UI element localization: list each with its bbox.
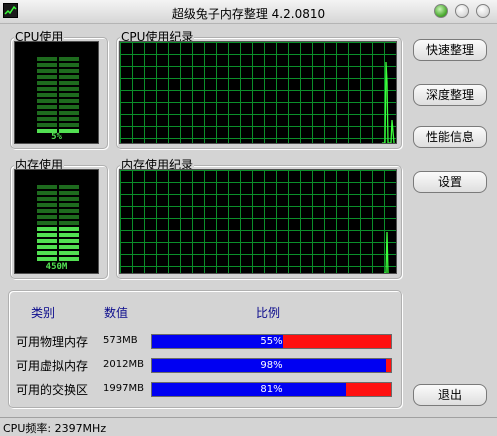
physical-memory-percent: 55% [260, 336, 283, 347]
quick-clean-button[interactable]: 快速整理 [413, 39, 487, 61]
cpu-meter-segment [59, 105, 79, 109]
cpu-meter-segment [59, 93, 79, 97]
memory-meter-segment [59, 227, 79, 231]
memory-history-graph [119, 169, 397, 274]
exit-button[interactable]: 退出 [413, 384, 487, 406]
cpu-meter-segment [59, 99, 79, 103]
cpu-history-graph [119, 41, 397, 144]
memory-meter-segment [59, 197, 79, 201]
memory-meter-segment [37, 233, 57, 237]
memory-meter-segment [59, 239, 79, 243]
memory-meter-segment [59, 209, 79, 213]
row-value-swap: 1997MB [103, 383, 144, 394]
memory-meter-segment [37, 239, 57, 243]
window-title: 超级兔子内存整理 4.2.0810 [171, 7, 326, 21]
cpu-meter-segment [37, 105, 57, 109]
cpu-meter-segment [37, 63, 57, 67]
memory-meter-segment [37, 257, 57, 261]
close-button[interactable] [476, 4, 490, 18]
memory-meter-segment [59, 245, 79, 249]
cpu-meter-segment [37, 117, 57, 121]
memory-meter-segment [59, 203, 79, 207]
swap-percent: 81% [260, 384, 283, 395]
memory-meter-segment [59, 257, 79, 261]
memory-meter-segment [37, 227, 57, 231]
cpu-meter-segment [37, 93, 57, 97]
memory-meter-segment [37, 197, 57, 201]
header-category: 类别 [31, 306, 56, 320]
memory-meter-value: 450M [45, 262, 68, 272]
cpu-meter-segment [59, 87, 79, 91]
title-bar: 超级兔子内存整理 4.2.0810 [0, 0, 497, 24]
memory-meter-segment [59, 233, 79, 237]
cpu-meter-segment [37, 81, 57, 85]
cpu-history-trace [382, 61, 395, 143]
virtual-memory-percent: 98% [260, 360, 283, 371]
cpu-meter-segment [37, 75, 57, 79]
minimize-button[interactable] [434, 4, 448, 18]
swap-bar: 81% [151, 382, 392, 397]
memory-meter-segment [37, 251, 57, 255]
cpu-meter: 5% [14, 41, 99, 144]
memory-meter-segment [59, 191, 79, 195]
cpu-meter-segment [59, 123, 79, 127]
row-value-physical: 573MB [103, 335, 138, 346]
cpu-meter-segment [37, 87, 57, 91]
cpu-meter-segment [37, 99, 57, 103]
cpu-meter-segment [37, 69, 57, 73]
memory-meter-segment [37, 191, 57, 195]
cpu-meter-segment [59, 63, 79, 67]
memory-meter-segment [59, 215, 79, 219]
row-label-virtual: 可用虚拟内存 [16, 359, 89, 373]
settings-button[interactable]: 设置 [413, 171, 487, 193]
memory-meter: 450M [14, 169, 99, 274]
deep-clean-button[interactable]: 深度整理 [413, 84, 487, 106]
memory-meter-segment [37, 209, 57, 213]
maximize-button[interactable] [455, 4, 469, 18]
memory-meter-segment [37, 203, 57, 207]
cpu-meter-segment [37, 111, 57, 115]
memory-meter-segment [37, 215, 57, 219]
cpu-meter-segment [59, 117, 79, 121]
cpu-meter-segment [59, 111, 79, 115]
cpu-meter-segment [59, 81, 79, 85]
header-ratio: 比例 [256, 306, 281, 320]
row-label-swap: 可用的交换区 [16, 383, 89, 397]
cpu-meter-segment [37, 57, 57, 61]
memory-meter-segment [59, 221, 79, 225]
memory-history-trace [384, 231, 389, 273]
cpu-meter-segment [37, 123, 57, 127]
memory-meter-segment [37, 245, 57, 249]
header-value: 数值 [104, 306, 129, 320]
row-value-virtual: 2012MB [103, 359, 144, 370]
memory-meter-segment [59, 251, 79, 255]
performance-info-button[interactable]: 性能信息 [413, 126, 487, 148]
row-label-physical: 可用物理内存 [16, 335, 89, 349]
cpu-meter-segment [59, 69, 79, 73]
cpu-meter-value: 5% [51, 132, 62, 142]
cpu-meter-segment [59, 57, 79, 61]
cpu-meter-segment [59, 75, 79, 79]
memory-meter-segment [37, 221, 57, 225]
memory-meter-segment [37, 185, 57, 189]
physical-memory-bar: 55% [151, 334, 392, 349]
status-bar: CPU频率: 2397MHz [0, 417, 497, 435]
memory-meter-segment [59, 185, 79, 189]
virtual-memory-bar: 98% [151, 358, 392, 373]
